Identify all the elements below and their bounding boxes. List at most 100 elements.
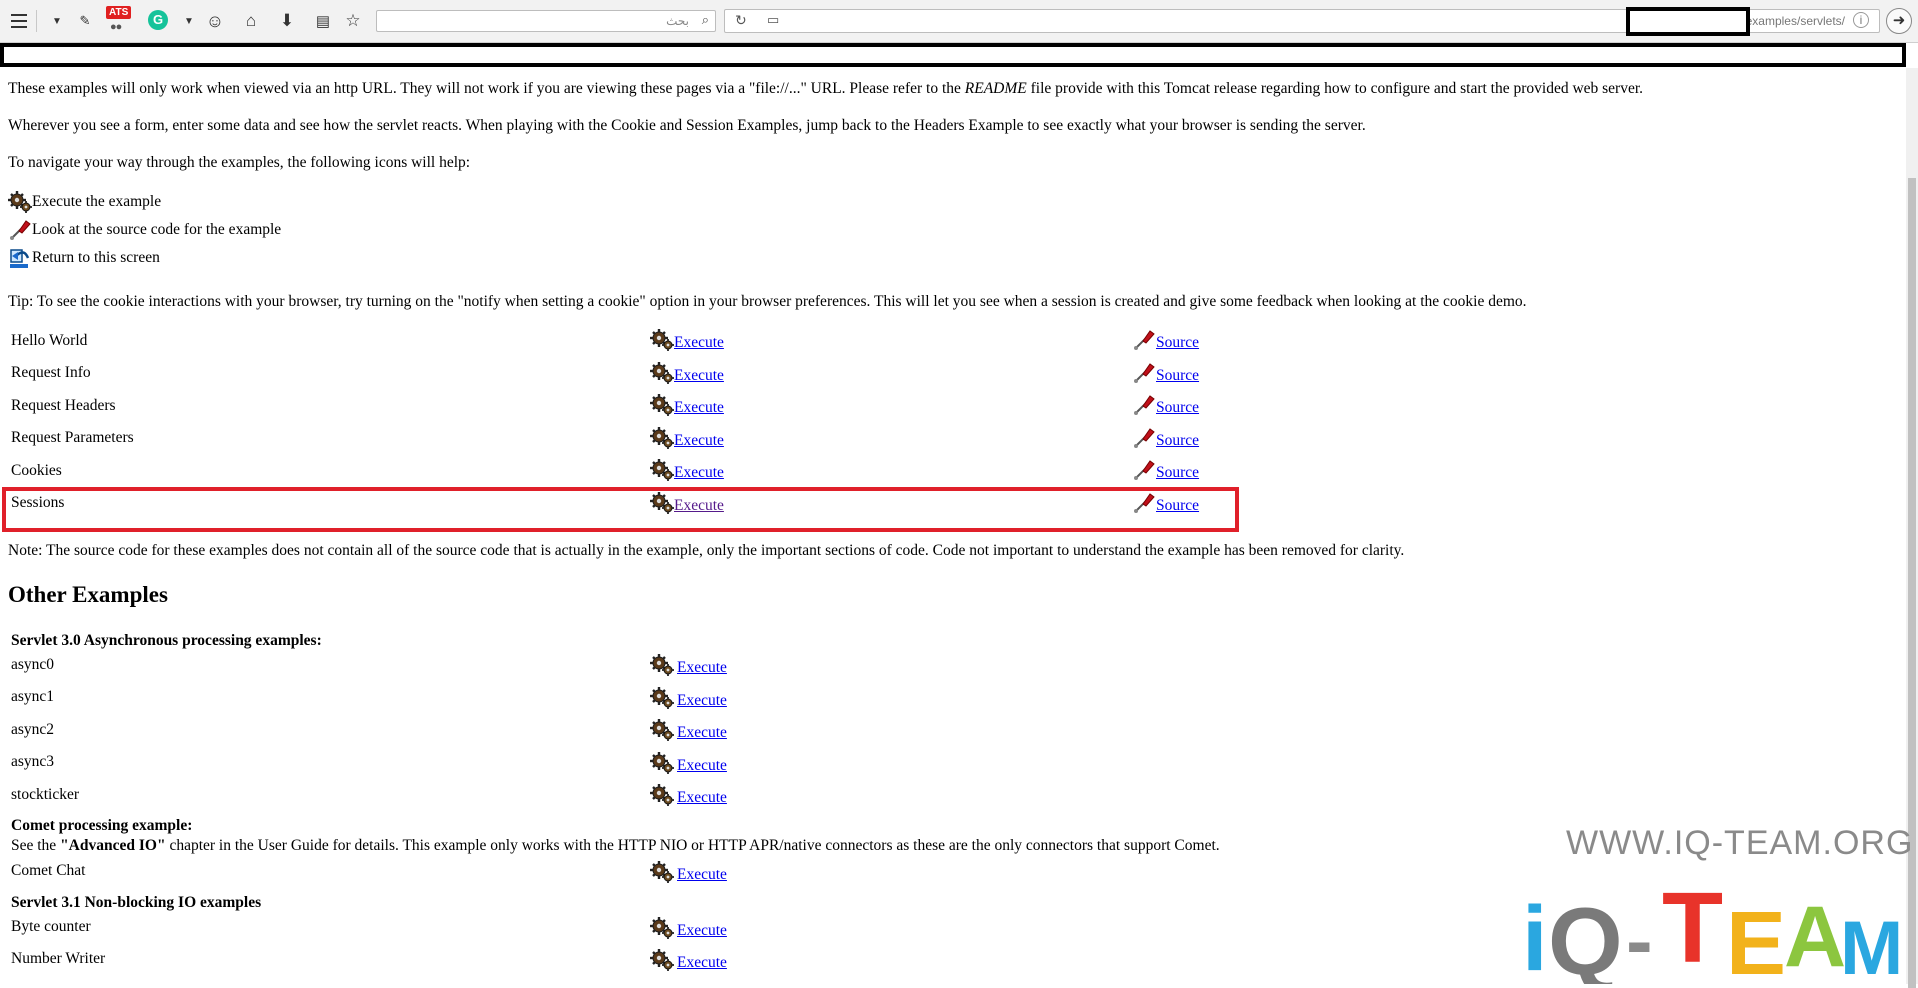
note-paragraph: Note: The source code for these examples… bbox=[8, 542, 1405, 559]
execute-cell: Execute bbox=[650, 458, 724, 482]
execute-link[interactable]: Execute bbox=[677, 922, 727, 940]
execute-link[interactable]: Execute bbox=[674, 367, 724, 385]
source-icon bbox=[1133, 460, 1155, 481]
execute-cell: Execute bbox=[650, 426, 724, 450]
go-arrow-icon[interactable]: ➜ bbox=[1886, 8, 1912, 34]
execute-icon bbox=[650, 916, 674, 940]
source-link[interactable]: Source bbox=[1156, 432, 1199, 450]
execute-icon bbox=[650, 751, 674, 775]
source-cell: Source bbox=[1132, 393, 1199, 417]
ats-badge: ATS bbox=[106, 6, 132, 19]
example-name: Request Info bbox=[11, 364, 91, 381]
page-info-icon[interactable]: i bbox=[1853, 12, 1869, 28]
library-icon[interactable]: ▤ bbox=[310, 8, 336, 34]
logo-q: Q bbox=[1548, 888, 1623, 984]
reader-view-icon[interactable]: ▭ bbox=[767, 12, 779, 28]
readme-text: README bbox=[964, 80, 1027, 97]
url-text[interactable]: examples/servlets/ bbox=[1746, 14, 1845, 28]
dropdown-arrow-icon[interactable]: ▼ bbox=[44, 8, 70, 34]
logo-a: A bbox=[1784, 889, 1846, 984]
browser-toolbar: ▼ ✎ ATS ●● G ▼ ☺ ⌂ ⬇ ▤ ☆ بحث ⌕ ↻ ▭ examp… bbox=[0, 0, 1918, 43]
example-name: async2 bbox=[11, 721, 55, 738]
execute-link[interactable]: Execute bbox=[677, 789, 727, 807]
execute-link[interactable]: Execute bbox=[677, 866, 727, 884]
source-link[interactable]: Source bbox=[1156, 334, 1199, 352]
grammarly-icon[interactable]: G bbox=[148, 10, 168, 30]
menu-icon[interactable] bbox=[6, 8, 32, 34]
legend-label: Look at the source code for the example bbox=[32, 221, 282, 238]
source-cell: Source bbox=[1132, 426, 1199, 450]
legend-source: Look at the source code for the example bbox=[8, 218, 281, 242]
execute-cell: Execute bbox=[650, 751, 727, 775]
execute-link[interactable]: Execute bbox=[677, 692, 727, 710]
execute-icon bbox=[650, 718, 674, 742]
execute-icon bbox=[650, 653, 674, 677]
legend-execute: Execute the example bbox=[8, 190, 161, 214]
execute-cell: Execute bbox=[650, 783, 727, 807]
execute-icon bbox=[650, 686, 674, 710]
intro-paragraph-1: These examples will only work when viewe… bbox=[8, 80, 1643, 98]
example-name: Byte counter bbox=[11, 918, 91, 935]
comet-heading: Comet processing example: bbox=[11, 817, 193, 834]
scrollbar-thumb[interactable] bbox=[1908, 178, 1916, 988]
comet-text: See the bbox=[11, 837, 61, 854]
execute-cell: Execute bbox=[650, 328, 724, 352]
example-name: Comet Chat bbox=[11, 862, 86, 879]
download-icon[interactable]: ⬇ bbox=[274, 8, 300, 34]
example-name: Cookies bbox=[11, 462, 62, 479]
toolbar-divider bbox=[36, 10, 37, 32]
execute-cell: Execute bbox=[650, 860, 727, 884]
execute-link[interactable]: Execute bbox=[674, 464, 724, 482]
execute-link[interactable]: Execute bbox=[677, 724, 727, 742]
legend-return: Return to this screen bbox=[8, 246, 160, 270]
execute-link[interactable]: Execute bbox=[677, 954, 727, 972]
logo-i: i bbox=[1522, 888, 1548, 984]
example-name: Request Headers bbox=[11, 397, 116, 414]
legend-label: Return to this screen bbox=[32, 249, 160, 266]
search-icon[interactable]: ⌕ bbox=[702, 12, 709, 28]
reload-icon[interactable]: ↻ bbox=[735, 12, 747, 29]
execute-link[interactable]: Execute bbox=[674, 334, 724, 352]
comet-text: chapter in the User Guide for details. T… bbox=[165, 837, 1220, 854]
execute-icon bbox=[650, 426, 674, 450]
execute-icon bbox=[650, 328, 674, 352]
intro-paragraph-2: Wherever you see a form, enter some data… bbox=[8, 117, 1366, 134]
execute-icon bbox=[8, 190, 32, 214]
intro-paragraph-3: To navigate your way through the example… bbox=[8, 154, 471, 171]
execute-icon bbox=[650, 860, 674, 884]
legend-label: Execute the example bbox=[32, 193, 162, 210]
execute-link[interactable]: Execute bbox=[674, 432, 724, 450]
search-input[interactable]: بحث ⌕ bbox=[376, 10, 716, 32]
example-name: Hello World bbox=[11, 332, 88, 349]
execute-cell: Execute bbox=[650, 361, 724, 385]
source-icon bbox=[9, 220, 31, 241]
example-name: stockticker bbox=[11, 786, 80, 803]
execute-icon bbox=[650, 783, 674, 807]
ats-dots: ●● bbox=[110, 21, 122, 33]
tip-paragraph: Tip: To see the cookie interactions with… bbox=[8, 293, 1527, 310]
iq-team-logo: i Q - T E A M bbox=[1522, 872, 1902, 984]
execute-link[interactable]: Execute bbox=[674, 399, 724, 417]
example-name: async1 bbox=[11, 688, 55, 705]
example-name: Number Writer bbox=[11, 950, 106, 967]
example-name: Request Parameters bbox=[11, 429, 134, 446]
ats-extension-icon[interactable]: ATS ●● bbox=[106, 6, 134, 34]
execute-cell: Execute bbox=[650, 718, 727, 742]
source-link[interactable]: Source bbox=[1156, 464, 1199, 482]
source-icon bbox=[1133, 395, 1155, 416]
search-placeholder: بحث bbox=[666, 14, 689, 28]
bookmark-star-icon[interactable]: ☆ bbox=[340, 8, 366, 34]
execute-link[interactable]: Execute bbox=[677, 757, 727, 775]
source-icon bbox=[1133, 330, 1155, 351]
source-link[interactable]: Source bbox=[1156, 367, 1199, 385]
advanced-io-text: "Advanced IO" bbox=[60, 837, 166, 854]
source-link[interactable]: Source bbox=[1156, 399, 1199, 417]
dropdown-arrow-icon[interactable]: ▼ bbox=[176, 8, 202, 34]
execute-cell: Execute bbox=[650, 653, 727, 677]
home-icon[interactable]: ⌂ bbox=[238, 8, 264, 34]
extension-icon[interactable]: ✎ bbox=[72, 8, 98, 34]
watermark-url: WWW.IQ-TEAM.ORG bbox=[1566, 824, 1914, 862]
execute-link[interactable]: Execute bbox=[677, 659, 727, 677]
logo-t: T bbox=[1662, 872, 1723, 984]
monkey-extension-icon[interactable]: ☺ bbox=[202, 8, 228, 34]
